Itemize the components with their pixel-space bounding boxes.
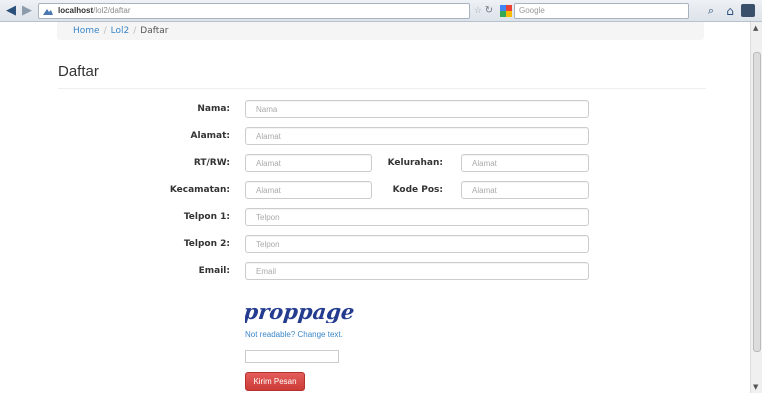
telpon2-input[interactable] [245,235,589,253]
telpon2-label: Telpon 2: [183,239,230,249]
email-input[interactable] [245,262,589,280]
breadcrumb-separator: / [133,26,137,36]
breadcrumb: Home / Lol2/Daftar [57,22,704,40]
kodepos-label: Kode Pos: [392,185,443,195]
captcha-word: proppage [245,299,355,323]
telpon1-label: Telpon 1: [183,212,230,222]
kecamatan-label: Kecamatan: [169,185,230,195]
home-icon[interactable]: ⌂ [722,3,738,19]
rtrw-label: RT/RW: [193,158,230,168]
breadcrumb-lol2-link[interactable]: Lol2 [111,26,130,36]
reload-icon[interactable]: ↻ [480,3,498,19]
kelurahan-input[interactable] [461,154,589,172]
page-title: Daftar [58,63,99,80]
email-label: Email: [198,266,230,276]
url-host: localhost [58,6,94,15]
search-input[interactable]: Google [514,3,689,19]
breadcrumb-current: Daftar [140,26,169,36]
breadcrumb-home-link[interactable]: Home [73,26,100,36]
address-bar[interactable]: localhost/lol2/daftar [38,3,470,19]
title-divider [58,88,706,89]
search-placeholder: Google [519,6,545,15]
back-arrow-icon[interactable]: ◀ [3,3,19,19]
scroll-down-icon[interactable]: ▼ [753,383,758,391]
telpon1-input[interactable] [245,208,589,226]
browser-toolbar: ◀ ▶ localhost/lol2/daftar ☆ ↻ Google ⌕ ⌂ [0,0,762,22]
scroll-up-icon[interactable]: ▲ [753,24,758,32]
vertical-scrollbar[interactable]: ▲ ▼ [750,22,762,393]
kodepos-input[interactable] [461,181,589,199]
captcha-refresh-link[interactable]: Not readable? Change text. [245,330,343,339]
kelurahan-label: Kelurahan: [387,158,443,168]
scroll-thumb[interactable] [753,52,761,352]
alamat-label: Alamat: [190,131,230,141]
submit-button[interactable]: Kirim Pesan [245,372,305,391]
captcha-image: proppage [245,299,355,323]
breadcrumb-separator: / [103,26,107,36]
site-favicon-icon [43,9,53,15]
menu-icon[interactable] [741,4,755,17]
nama-label: Nama: [197,104,230,114]
url-path: /lol2/daftar [93,6,131,15]
search-icon[interactable]: ⌕ [704,3,718,19]
forward-arrow-icon[interactable]: ▶ [19,3,35,19]
alamat-input[interactable] [245,127,589,145]
nama-input[interactable] [245,100,589,118]
captcha-input[interactable] [245,350,339,363]
google-icon[interactable] [498,3,514,19]
